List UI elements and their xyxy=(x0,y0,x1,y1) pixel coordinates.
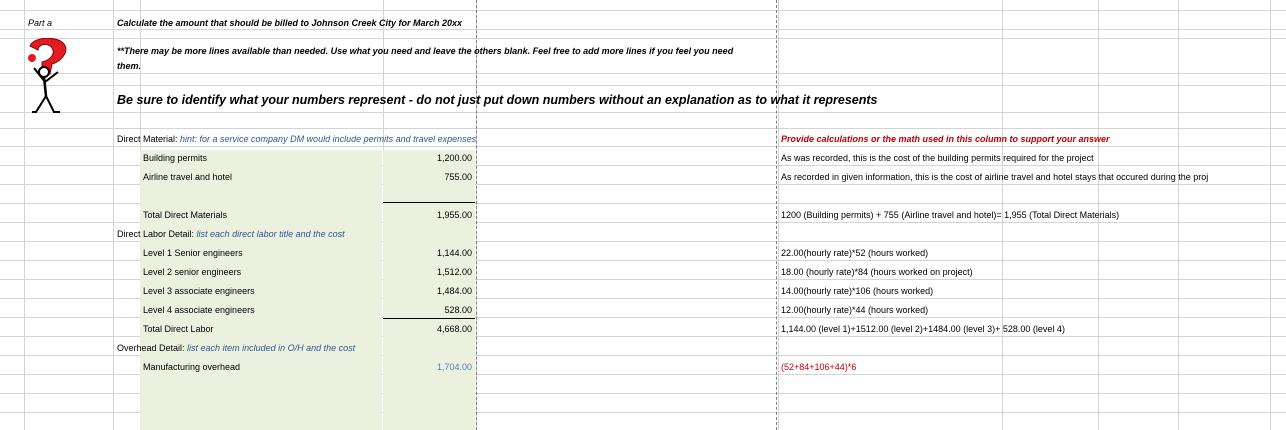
dl-row-amount[interactable]: 1,512.00 xyxy=(376,265,472,279)
dl-row-amount[interactable]: 1,144.00 xyxy=(376,246,472,260)
dl-row-amount[interactable]: 1,484.00 xyxy=(376,284,472,298)
dm-row-name[interactable]: Airline travel and hotel xyxy=(143,170,232,184)
calc-column-header[interactable]: Provide calculations or the math used in… xyxy=(781,132,1110,146)
dm-row-amount[interactable]: 1,200.00 xyxy=(376,151,472,165)
direct-material-label: Direct Material: xyxy=(117,134,181,144)
dl-row-name[interactable]: Level 2 senior engineers xyxy=(143,265,241,279)
direct-labor-label: Direct Labor Detail: xyxy=(117,229,197,239)
overhead-hint: list each item included in O/H and the c… xyxy=(187,343,356,353)
dl-row-amount[interactable]: 528.00 xyxy=(376,303,472,317)
subtotal-rule xyxy=(383,318,475,319)
dl-row-calc[interactable]: 12.00(hourly rate)*44 (hours worked) xyxy=(781,303,928,317)
note-line-1[interactable]: **There may be more lines available than… xyxy=(117,44,733,58)
dm-total-calc[interactable]: 1200 (Building permits) + 755 (Airline t… xyxy=(781,208,1119,222)
page-break-line xyxy=(476,0,477,430)
subtotal-rule xyxy=(383,202,475,203)
overhead-heading[interactable]: Overhead Detail: list each item included… xyxy=(117,341,355,355)
dl-row-name[interactable]: Level 1 Senior engineers xyxy=(143,246,243,260)
page-break-line xyxy=(776,0,777,430)
oh-row-name[interactable]: Manufacturing overhead xyxy=(143,360,240,374)
instruction-text[interactable]: Calculate the amount that should be bill… xyxy=(117,16,462,30)
overhead-label: Overhead Detail: xyxy=(117,343,188,353)
dl-total-calc[interactable]: 1,144.00 (level 1)+1512.00 (level 2)+148… xyxy=(781,322,1065,336)
dl-row-name[interactable]: Level 4 associate engineers xyxy=(143,303,255,317)
dm-total-amount[interactable]: 1,955.00 xyxy=(376,208,472,222)
part-label[interactable]: Part a xyxy=(28,16,52,30)
dl-total-amount[interactable]: 4,668.00 xyxy=(376,322,472,336)
dm-row-name[interactable]: Building permits xyxy=(143,151,207,165)
dl-total-name[interactable]: Total Direct Labor xyxy=(143,322,214,336)
dm-total-name[interactable]: Total Direct Materials xyxy=(143,208,227,222)
oh-row-calc[interactable]: (52+84+106+44)*6 xyxy=(781,360,856,374)
oh-row-amount[interactable]: 1,704.00 xyxy=(376,360,472,374)
dl-row-calc[interactable]: 18.00 (hourly rate)*84 (hours worked on … xyxy=(781,265,973,279)
dl-row-calc[interactable]: 14.00(hourly rate)*106 (hours worked) xyxy=(781,284,933,298)
dm-row-calc[interactable]: As recorded in given information, this i… xyxy=(781,170,1208,184)
dm-row-calc[interactable]: As was recorded, this is the cost of the… xyxy=(781,151,1094,165)
dl-row-calc[interactable]: 22.00(hourly rate)*52 (hours worked) xyxy=(781,246,928,260)
direct-labor-hint: list each direct labor title and the cos… xyxy=(196,229,345,239)
dl-row-name[interactable]: Level 3 associate engineers xyxy=(143,284,255,298)
note-line-2[interactable]: them. xyxy=(117,59,141,73)
direct-labor-heading[interactable]: Direct Labor Detail: list each direct la… xyxy=(117,227,345,241)
question-person-icon xyxy=(28,38,67,113)
emphasis-text[interactable]: Be sure to identify what your numbers re… xyxy=(117,92,878,108)
direct-material-hint: hint: for a service company DM would inc… xyxy=(180,134,477,144)
direct-material-heading[interactable]: Direct Material: hint: for a service com… xyxy=(117,132,476,146)
dm-row-amount[interactable]: 755.00 xyxy=(376,170,472,184)
